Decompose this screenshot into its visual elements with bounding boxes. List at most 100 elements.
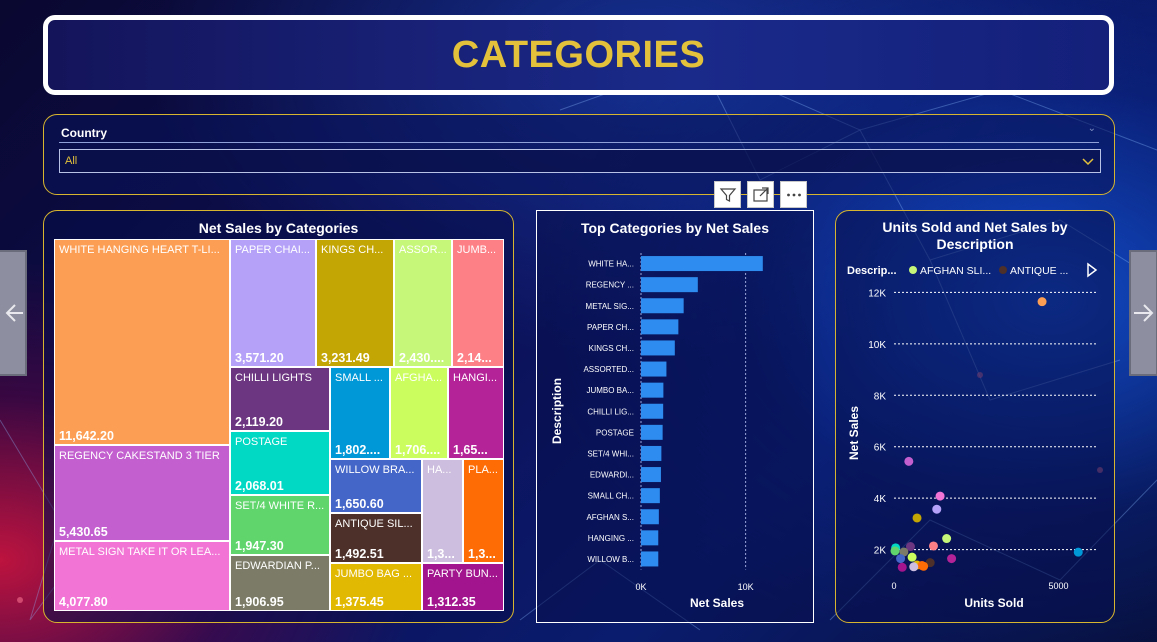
previous-page-button[interactable]	[0, 250, 27, 376]
scatter-point[interactable]	[1073, 547, 1083, 557]
treemap-cell[interactable]: SET/4 WHITE R... 1,947.30	[230, 495, 330, 555]
treemap-cell-label: HA...	[427, 464, 452, 476]
scatter-point[interactable]	[907, 552, 917, 562]
bar[interactable]	[641, 382, 664, 398]
treemap-cell[interactable]: WHITE HANGING HEART T-LI... 11,642.20	[54, 239, 230, 445]
play-icon[interactable]	[1087, 262, 1098, 278]
bar-x-tick-label: 0K	[635, 582, 646, 592]
bar[interactable]	[641, 277, 698, 293]
bar-category-label: ASSORTED...	[583, 365, 634, 374]
treemap-cell[interactable]: EDWARDIAN P... 1,906.95	[230, 555, 330, 611]
treemap-cell-value: 3,231.49	[321, 351, 370, 365]
bar[interactable]	[641, 467, 661, 483]
treemap-cell-value: 1,906.95	[235, 595, 284, 609]
treemap-cell-label: METAL SIGN TAKE IT OR LEA...	[59, 546, 221, 558]
bar-x-axis-label: Net Sales	[690, 596, 744, 610]
scatter-y-tick-label: 2K	[874, 546, 887, 557]
treemap-cell-label: PARTY BUN...	[427, 568, 498, 580]
treemap-cell-label: SET/4 WHITE R...	[235, 500, 325, 512]
bar-category-label: SET/4 WHI...	[587, 449, 634, 458]
bar[interactable]	[641, 445, 662, 461]
scatter-point[interactable]	[1037, 297, 1047, 307]
treemap-cell[interactable]: JUMBO BAG ... 1,375.45	[330, 563, 422, 611]
bar[interactable]	[641, 424, 663, 440]
treemap-cell[interactable]: HANGI... 1,65...	[448, 367, 504, 459]
bar[interactable]	[641, 509, 659, 525]
treemap-cell-value: 1,3...	[427, 547, 455, 561]
treemap-cell[interactable]: JUMB... 2,14...	[452, 239, 504, 367]
bar[interactable]	[641, 319, 679, 335]
chevron-down-icon	[1082, 158, 1094, 166]
treemap-cell[interactable]: KINGS CH... 3,231.49	[316, 239, 394, 367]
treemap-cell-value: 11,642.20	[59, 429, 114, 443]
treemap-cell[interactable]: PARTY BUN... 1,312.35	[422, 563, 504, 611]
scatter-point[interactable]	[904, 456, 914, 466]
bar-category-label: WILLOW B...	[587, 555, 634, 564]
filter-button[interactable]	[714, 181, 741, 208]
treemap-cell-label: WHITE HANGING HEART T-LI...	[59, 244, 220, 256]
treemap-cell[interactable]: POSTAGE 2,068.01	[230, 431, 330, 495]
bar[interactable]	[641, 488, 660, 504]
bar[interactable]	[641, 298, 684, 314]
slicer-divider	[59, 142, 1099, 143]
treemap-cell[interactable]: PLA... 1,3...	[463, 459, 504, 563]
treemap-cell[interactable]: ANTIQUE SIL... 1,492.51	[330, 513, 422, 563]
scatter-point[interactable]	[942, 534, 952, 544]
treemap-cell[interactable]: REGENCY CAKESTAND 3 TIER 5,430.65	[54, 445, 230, 541]
bar[interactable]	[641, 530, 659, 546]
scatter-legend-marker	[999, 266, 1007, 274]
treemap-cell-value: 1,312.35	[427, 595, 476, 609]
scatter-legend-label[interactable]: AFGHAN SLI...	[920, 265, 991, 277]
treemap-cell[interactable]: AFGHA... 1,706....	[390, 367, 448, 459]
treemap-cell[interactable]: HA... 1,3...	[422, 459, 463, 563]
bar[interactable]	[641, 551, 659, 567]
treemap-cell-value: 1,3...	[468, 547, 496, 561]
treemap-cell-label: ANTIQUE SIL...	[335, 518, 413, 530]
scatter-point[interactable]	[912, 513, 922, 523]
scatter-legend-label[interactable]: ANTIQUE ...	[1010, 265, 1068, 277]
scatter-point[interactable]	[919, 561, 929, 571]
bar[interactable]	[641, 340, 675, 356]
bar-category-label: EDWARDI...	[590, 471, 634, 480]
treemap-cell[interactable]: CHILLI LIGHTS 2,119.20	[230, 367, 330, 431]
focus-mode-icon	[752, 186, 769, 202]
treemap-cell[interactable]: ASSOR... 2,430....	[394, 239, 452, 367]
treemap-cell[interactable]: WILLOW BRA... 1,650.60	[330, 459, 422, 513]
scatter-point[interactable]	[897, 562, 907, 572]
slicer-collapse-icon[interactable]: ⌄	[1088, 123, 1096, 134]
treemap-cell-value: 1,65...	[453, 443, 488, 457]
treemap-cell-value: 1,492.51	[335, 547, 384, 561]
treemap-cell[interactable]: PAPER CHAI... 3,571.20	[230, 239, 316, 367]
more-options-button[interactable]	[780, 181, 807, 208]
bar[interactable]	[641, 256, 763, 272]
scatter-y-tick-label: 4K	[874, 494, 887, 505]
scatter-point[interactable]	[896, 554, 906, 564]
treemap-cell-label: PLA...	[468, 464, 498, 476]
bar[interactable]	[641, 361, 667, 377]
page-title: CATEGORIES	[451, 33, 706, 76]
bar-category-label: KINGS CH...	[589, 344, 634, 353]
slicer-label: Country	[61, 126, 107, 140]
scatter-point[interactable]	[932, 504, 942, 514]
bar-category-label: PAPER CH...	[587, 323, 634, 332]
treemap-cell[interactable]: SMALL ... 1,802....	[330, 367, 390, 459]
treemap-cell-value: 1,947.30	[235, 539, 284, 553]
bar-x-tick-label: 10K	[738, 582, 754, 592]
next-page-button[interactable]	[1129, 250, 1157, 376]
scatter-point[interactable]	[935, 491, 945, 501]
scatter-point[interactable]	[928, 541, 938, 551]
treemap-cell-value: 1,375.45	[335, 595, 384, 609]
scatter-point[interactable]	[909, 562, 919, 572]
scatter-point[interactable]	[890, 546, 900, 556]
treemap-cell-label: JUMBO BAG ...	[335, 568, 413, 580]
treemap-cell[interactable]: METAL SIGN TAKE IT OR LEA... 4,077.80	[54, 541, 230, 611]
scatter-x-axis-label: Units Sold	[964, 596, 1023, 610]
treemap-cell-label: JUMB...	[457, 244, 497, 256]
bar[interactable]	[641, 403, 664, 419]
treemap-cell-value: 2,430....	[399, 351, 445, 365]
treemap-cell-label: KINGS CH...	[321, 244, 384, 256]
treemap-cell-value: 1,650.60	[335, 497, 384, 511]
scatter-point[interactable]	[947, 554, 957, 564]
country-dropdown[interactable]: All	[59, 149, 1101, 173]
focus-mode-button[interactable]	[747, 181, 774, 208]
